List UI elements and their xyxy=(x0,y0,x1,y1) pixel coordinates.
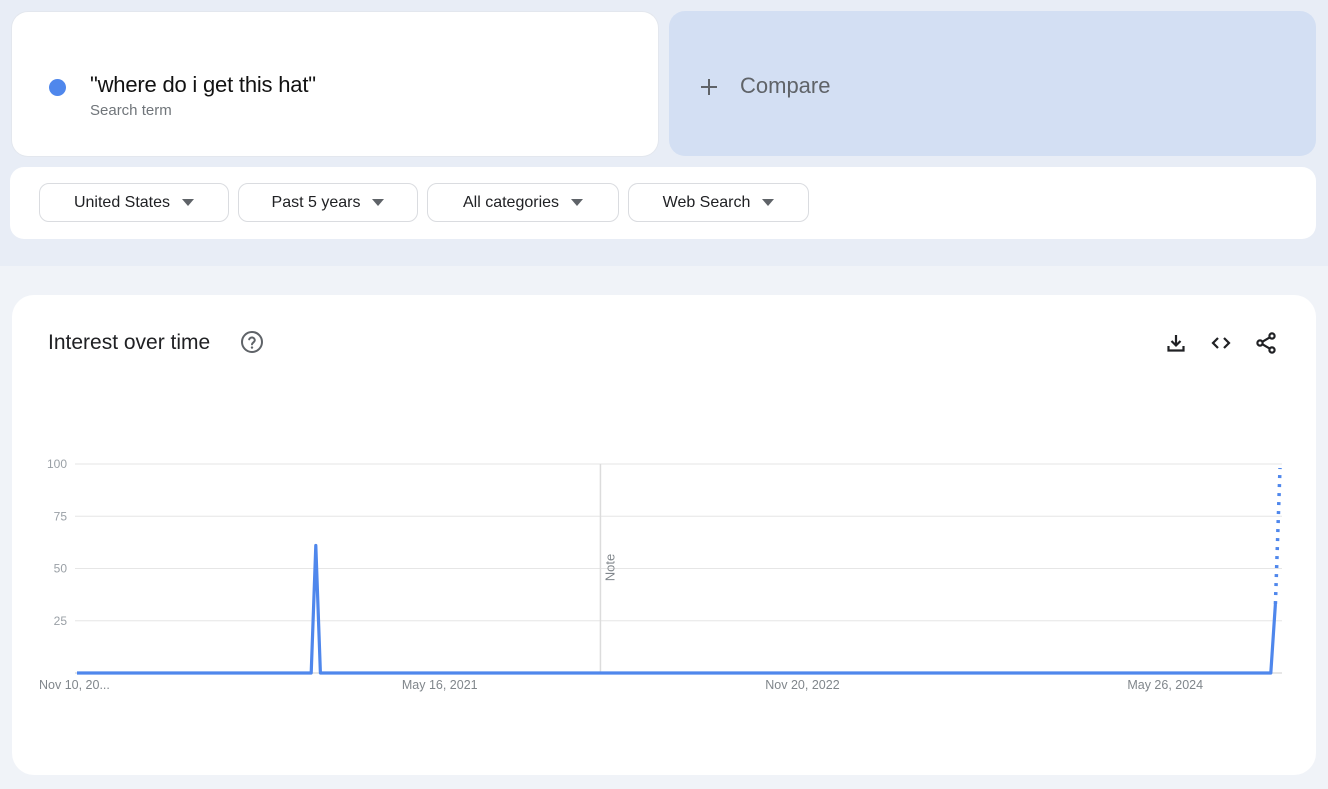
filter-category[interactable]: All categories xyxy=(427,183,619,222)
x-tick-label: May 16, 2021 xyxy=(402,678,478,692)
filter-bar: United States Past 5 years All categorie… xyxy=(10,167,1316,239)
filter-category-label: All categories xyxy=(462,193,560,211)
y-tick-label: 75 xyxy=(54,509,68,523)
filter-location-label: United States xyxy=(73,193,171,211)
filter-search-type[interactable]: Web Search xyxy=(628,183,809,222)
y-tick-label: 100 xyxy=(47,457,67,471)
x-tick-label: May 26, 2024 xyxy=(1127,678,1203,692)
search-term-label[interactable]: "where do i get this hat" xyxy=(90,72,316,98)
x-tick-label: Nov 20, 2022 xyxy=(765,678,839,692)
search-term-card[interactable]: "where do i get this hat" Search term xyxy=(12,12,658,156)
caret-down-icon xyxy=(571,199,584,206)
filter-time-range-label: Past 5 years xyxy=(271,193,361,211)
compare-button[interactable]: Compare xyxy=(669,11,1316,156)
series-color-dot xyxy=(49,79,66,96)
y-tick-label: 25 xyxy=(54,614,68,628)
annotation-label: Note xyxy=(602,554,617,581)
interest-over-time-panel: Interest over time 25 50 75 100 Note Nov 10, … xyxy=(12,295,1316,775)
filter-search-type-label: Web Search xyxy=(662,193,751,211)
caret-down-icon xyxy=(762,199,775,206)
x-tick-label: Nov 10, 20... xyxy=(39,678,110,692)
filter-time-range[interactable]: Past 5 years xyxy=(238,183,418,222)
y-tick-label: 50 xyxy=(54,562,68,576)
caret-down-icon xyxy=(182,199,195,206)
caret-down-icon xyxy=(372,199,385,206)
compare-label: Compare xyxy=(740,73,831,98)
filter-location[interactable]: United States xyxy=(39,183,229,222)
plus-icon xyxy=(701,79,717,95)
line-chart[interactable]: 25 50 75 100 Note Nov 10, 20... May 16, 2021 No… xyxy=(12,295,1316,775)
partial-data-line xyxy=(1273,467,1282,605)
series-line xyxy=(77,543,1277,675)
search-term-type: Search term xyxy=(90,102,172,119)
